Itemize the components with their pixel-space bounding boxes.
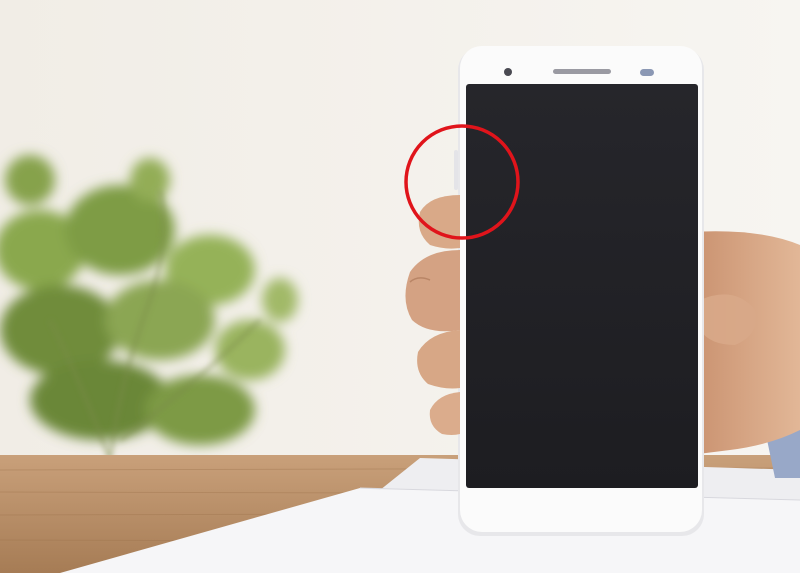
photo-canvas	[0, 0, 800, 573]
phone-screen	[466, 84, 698, 488]
side-button	[454, 150, 458, 190]
proximity-sensor-icon	[640, 69, 654, 76]
photo-scene	[0, 0, 800, 573]
smartphone	[454, 46, 704, 536]
hand-back	[690, 231, 800, 455]
front-camera-icon	[504, 68, 512, 76]
earpiece-speaker-icon	[553, 69, 611, 74]
